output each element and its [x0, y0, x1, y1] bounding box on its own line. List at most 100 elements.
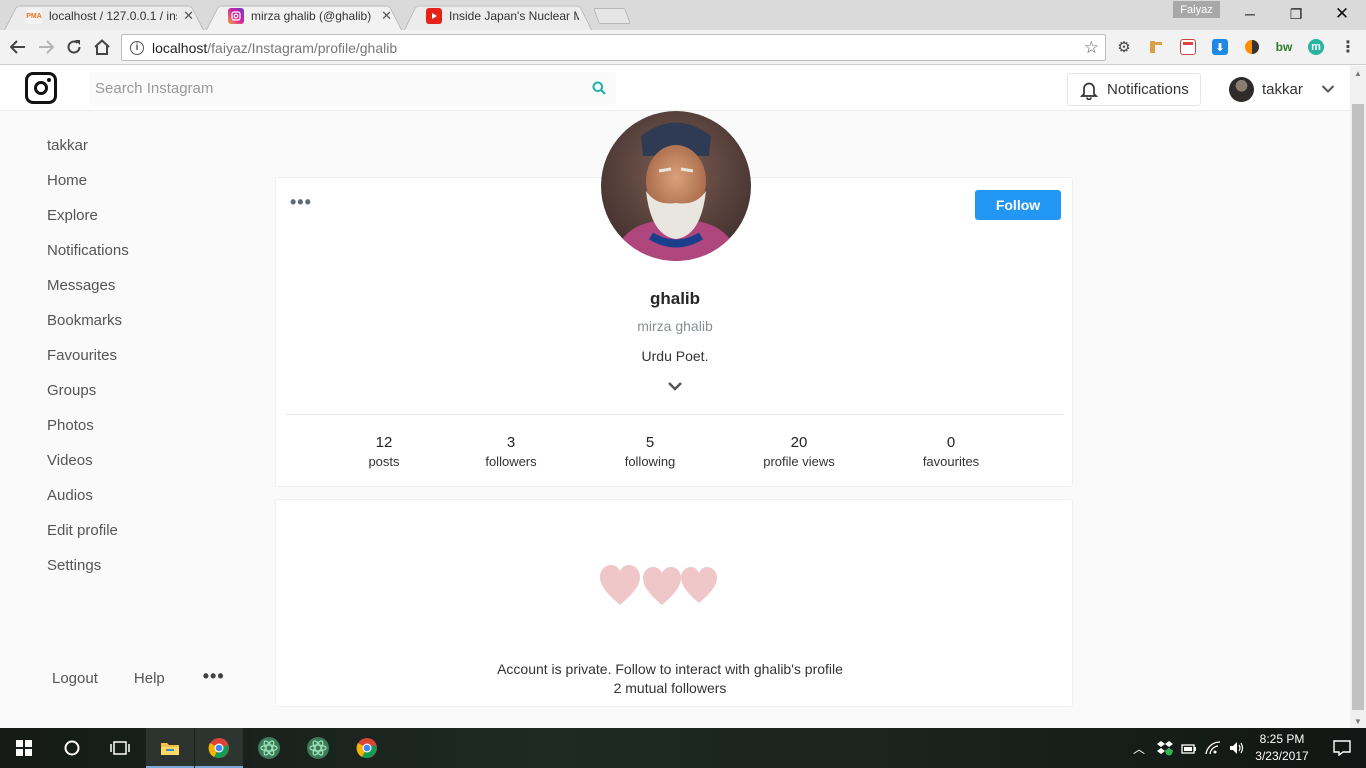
bookmark-star-icon[interactable]: ☆ [1084, 38, 1099, 58]
mutual-followers-link[interactable]: 2 mutual followers [276, 680, 1064, 696]
extension-icon[interactable] [1180, 39, 1196, 55]
browser-tab-phpmyadmin[interactable]: PMA localhost / 127.0.0.1 / ins ✕ [4, 2, 204, 30]
stat-favourites[interactable]: 0 favourites [891, 434, 1011, 469]
system-tray: ︿ [1133, 728, 1245, 768]
help-link[interactable]: Help [134, 670, 165, 687]
new-tab-button[interactable] [593, 8, 631, 24]
instagram-logo-icon[interactable] [25, 72, 57, 104]
search-icon[interactable] [592, 81, 606, 95]
minimize-icon[interactable]: ─ [1227, 0, 1273, 28]
page-scrollbar[interactable]: ▲ ▼ [1350, 66, 1366, 728]
stat-label: profile views [763, 454, 835, 469]
private-account-message: Account is private. Follow to interact w… [497, 661, 843, 677]
address-bar[interactable]: i localhost/faiyaz/Instagram/profile/gha… [121, 34, 1106, 61]
forward-icon[interactable] [34, 36, 58, 58]
extension-icon[interactable]: bw [1276, 39, 1293, 55]
extension-icon[interactable] [1244, 39, 1260, 55]
wifi-icon[interactable] [1205, 741, 1221, 755]
extension-icon[interactable] [1148, 39, 1164, 55]
sidebar-nav: takkar Home Explore Notifications Messag… [47, 128, 129, 583]
more-options-icon[interactable]: ••• [203, 666, 225, 687]
chevron-up-icon[interactable]: ︿ [1133, 740, 1145, 757]
youtube-icon [426, 8, 442, 24]
divider [286, 414, 1064, 415]
close-tab-icon[interactable]: ✕ [183, 8, 194, 24]
sidebar-item-favourites[interactable]: Favourites [47, 338, 129, 373]
chevron-down-icon[interactable] [667, 381, 683, 391]
stat-value: 0 [946, 434, 956, 451]
sidebar-item-photos[interactable]: Photos [47, 408, 129, 443]
browser-menu-icon[interactable]: ⋮ [1340, 39, 1356, 56]
back-icon[interactable] [6, 36, 30, 58]
scroll-up-icon[interactable]: ▲ [1350, 66, 1366, 80]
profile-avatar[interactable] [601, 111, 751, 261]
extension-icon[interactable]: m [1308, 39, 1324, 55]
stat-following[interactable]: 5 following [590, 434, 710, 469]
tab-title: mirza ghalib (@ghalib) | I [251, 9, 376, 23]
sidebar-item-edit-profile[interactable]: Edit profile [47, 513, 129, 548]
scroll-down-icon[interactable]: ▼ [1350, 714, 1366, 728]
windows-start-icon[interactable] [0, 728, 48, 768]
system-clock[interactable]: 8:25 PM 3/23/2017 [1250, 731, 1314, 765]
reload-icon[interactable] [62, 36, 86, 58]
search-bar [89, 72, 616, 105]
sidebar-item-groups[interactable]: Groups [47, 373, 129, 408]
home-icon[interactable] [90, 36, 114, 58]
sidebar-item-explore[interactable]: Explore [47, 198, 129, 233]
close-window-icon[interactable]: ✕ [1319, 0, 1365, 28]
notifications-label: Notifications [1107, 81, 1189, 98]
atom-icon[interactable] [294, 728, 342, 768]
volume-icon[interactable] [1229, 741, 1245, 755]
stat-followers[interactable]: 3 followers [451, 434, 571, 469]
sidebar-item-bookmarks[interactable]: Bookmarks [47, 303, 129, 338]
site-info-icon[interactable]: i [130, 40, 144, 55]
follow-button[interactable]: Follow [975, 190, 1061, 220]
stat-profile-views[interactable]: 20 profile views [739, 434, 859, 469]
stat-label: favourites [922, 454, 980, 469]
restore-icon[interactable]: ❐ [1273, 0, 1319, 28]
hearts-icon [600, 565, 717, 605]
profile-username: ghalib [649, 289, 701, 308]
browser-tab-instagram[interactable]: mirza ghalib (@ghalib) | I ✕ [206, 2, 402, 30]
avatar [1229, 76, 1254, 102]
battery-icon[interactable] [1181, 742, 1197, 754]
chevron-down-icon [1321, 85, 1335, 93]
profile-options-icon[interactable]: ••• [290, 192, 312, 213]
stat-posts[interactable]: 12 posts [324, 434, 444, 469]
url-path: /faiyaz/Instagram/profile/ghalib [207, 39, 398, 56]
browser-toolbar: i localhost/faiyaz/Instagram/profile/gha… [0, 30, 1366, 65]
sidebar-item-profile[interactable]: takkar [47, 128, 129, 163]
close-tab-icon[interactable]: ✕ [381, 8, 392, 24]
user-menu[interactable]: takkar [1229, 76, 1335, 102]
task-view-icon[interactable] [96, 728, 144, 768]
page-content: Notifications takkar takkar Home Explore… [0, 66, 1350, 728]
sidebar-item-notifications[interactable]: Notifications [47, 233, 129, 268]
chrome-icon[interactable] [343, 728, 391, 768]
private-account-card: Account is private. Follow to interact w… [275, 499, 1073, 707]
action-center-icon[interactable] [1318, 728, 1366, 768]
logout-link[interactable]: Logout [52, 670, 98, 687]
dropbox-icon[interactable] [1157, 740, 1174, 756]
instagram-icon [228, 8, 244, 24]
tab-title: Inside Japan's Nuclear M [449, 9, 579, 23]
browser-tab-youtube[interactable]: Inside Japan's Nuclear M [404, 2, 592, 30]
sidebar-item-home[interactable]: Home [47, 163, 129, 198]
sidebar-item-videos[interactable]: Videos [47, 443, 129, 478]
cortana-search-icon[interactable] [48, 728, 96, 768]
search-input[interactable] [89, 72, 569, 105]
sidebar-item-audios[interactable]: Audios [47, 478, 129, 513]
chrome-icon[interactable] [195, 728, 243, 768]
notifications-button[interactable]: Notifications [1067, 73, 1201, 106]
stat-label: following [624, 454, 676, 469]
file-explorer-icon[interactable] [146, 728, 194, 768]
site-header: Notifications takkar [0, 66, 1350, 111]
browser-profile-chip[interactable]: Faiyaz [1173, 1, 1220, 18]
atom-icon[interactable] [245, 728, 293, 768]
scrollbar-thumb[interactable] [1352, 104, 1364, 710]
sidebar-item-settings[interactable]: Settings [47, 548, 129, 583]
phpmyadmin-icon: PMA [26, 8, 42, 24]
download-icon[interactable]: ⬇ [1212, 39, 1228, 55]
settings-gear-icon[interactable]: ⚙ [1116, 39, 1132, 56]
sidebar-item-messages[interactable]: Messages [47, 268, 129, 303]
windows-taskbar: ︿ 8:25 PM 3/23/2017 [0, 728, 1366, 768]
